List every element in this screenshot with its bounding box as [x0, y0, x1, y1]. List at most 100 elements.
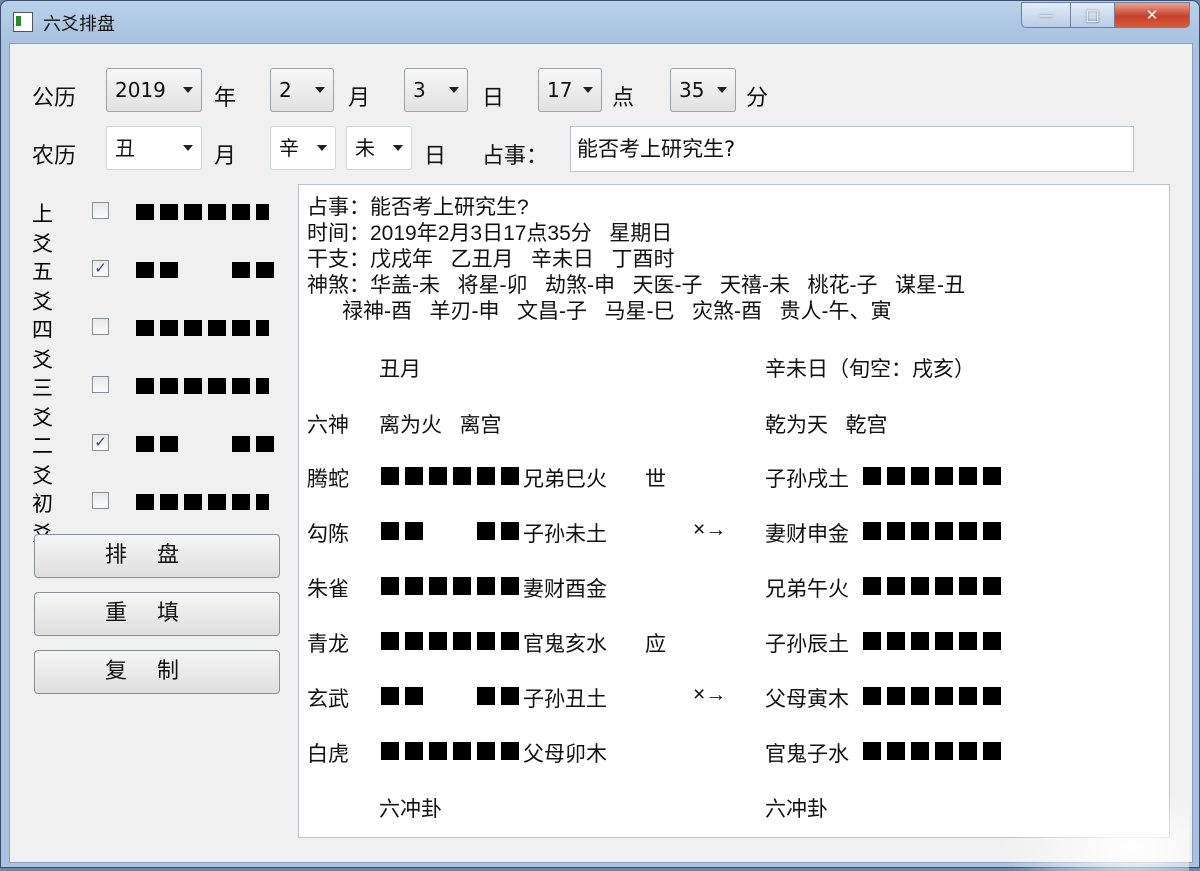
line-segment [429, 577, 447, 595]
line-segment [863, 632, 881, 650]
yao-label: 三爻 [32, 376, 53, 430]
line-segment [935, 522, 953, 540]
copy-button[interactable]: 复制 [34, 650, 280, 694]
arrange-button[interactable]: 排盘 [34, 534, 280, 578]
line-segment [477, 632, 495, 650]
yao-checkbox[interactable]: ✓ [92, 434, 109, 451]
minimize-button[interactable]: — [1021, 2, 1071, 28]
line-segment [911, 577, 929, 595]
yang-line-icon [863, 522, 1003, 540]
line-segment [863, 577, 881, 595]
solar-label: 公历 [32, 85, 77, 110]
minute-unit: 分 [746, 85, 769, 110]
line-segment [983, 577, 1001, 595]
main-line-label: 妻财酉金 [523, 578, 607, 601]
yao-label: 二爻 [32, 434, 53, 488]
dropdown-arrow-icon [183, 145, 193, 151]
day-stem-select[interactable]: 辛 [270, 126, 336, 170]
close-button[interactable]: ✕ [1114, 2, 1190, 28]
yang-line-icon [136, 494, 269, 510]
dropdown-arrow-icon [183, 87, 193, 93]
six-god-label: 白虎 [307, 743, 349, 766]
lunar-label: 农历 [32, 143, 77, 168]
day-select[interactable]: 3 [404, 68, 468, 112]
maximize-button[interactable]: □ [1070, 2, 1115, 28]
yao-label: 四爻 [32, 318, 53, 372]
question-input[interactable]: 能否考上研究生? [570, 126, 1134, 172]
dropdown-arrow-icon [449, 87, 459, 93]
six-god-label: 腾蛇 [307, 468, 349, 491]
line-segment [983, 742, 1001, 760]
dropdown-arrow-icon [583, 87, 593, 93]
yin-line-icon [381, 687, 521, 705]
line-segment [983, 632, 1001, 650]
six-god-label: 玄武 [307, 688, 349, 711]
yao-label: 上爻 [32, 202, 53, 256]
yao-checkbox[interactable] [92, 492, 109, 509]
line-segment [429, 467, 447, 485]
changed-footer: 六冲卦 [765, 798, 828, 821]
month-select[interactable]: 2 [270, 68, 334, 112]
line-segment [381, 522, 399, 540]
shi-ying-marker: 世 [645, 468, 666, 491]
result-panel[interactable]: 占事：能否考上研究生? 时间：2019年2月3日17点35分 星期日 干支：戊戌… [298, 184, 1170, 838]
line-segment [453, 577, 471, 595]
line-segment [501, 522, 519, 540]
result-shensha-2: 禄神-酉 羊刃-申 文昌-子 马星-巳 灾煞-酉 贵人-午、寅 [307, 300, 892, 323]
changed-line-label: 父母寅木 [765, 688, 849, 711]
line-segment [501, 632, 519, 650]
line-segment [887, 632, 905, 650]
line-segment [959, 632, 977, 650]
line-segment [887, 577, 905, 595]
day-stem-value: 辛 [279, 136, 299, 160]
yang-line-icon [381, 742, 521, 760]
dropdown-arrow-icon [315, 87, 325, 93]
line-segment [501, 687, 519, 705]
year-select[interactable]: 2019 [106, 68, 202, 112]
yin-line-icon [381, 522, 521, 540]
reset-button[interactable]: 重填 [34, 592, 280, 636]
six-gods-title: 六神 [307, 414, 349, 437]
changed-line-label: 妻财申金 [765, 523, 849, 546]
yao-checkbox[interactable] [92, 318, 109, 335]
shi-ying-marker: 应 [645, 633, 666, 656]
close-icon: ✕ [1145, 6, 1159, 24]
hexagram-row: 玄武 子孙丑土 ×→ 父母寅木 [299, 683, 1159, 711]
yao-checkbox[interactable] [92, 376, 109, 393]
line-segment [863, 522, 881, 540]
line-segment [911, 687, 929, 705]
yao-checkbox[interactable]: ✓ [92, 260, 109, 277]
changed-line-label: 官鬼子水 [765, 743, 849, 766]
line-segment [501, 742, 519, 760]
title-bar[interactable]: 六爻排盘 — □ ✕ [1, 1, 1199, 43]
yao-checkbox[interactable] [92, 202, 109, 219]
main-footer: 六冲卦 [379, 798, 442, 821]
line-segment [887, 742, 905, 760]
line-segment [477, 687, 495, 705]
line-segment [983, 522, 1001, 540]
line-segment [405, 522, 423, 540]
line-segment [501, 577, 519, 595]
dropdown-arrow-icon [317, 145, 327, 151]
line-segment [405, 632, 423, 650]
line-segment [959, 467, 977, 485]
main-line-label: 官鬼亥水 [523, 633, 607, 656]
change-marker-icon: ×→ [693, 683, 727, 706]
day-branch-select[interactable]: 未 [346, 126, 412, 170]
lunar-month-select[interactable]: 丑 [106, 126, 202, 170]
main-hexagram-name: 离为火 离宫 [379, 414, 502, 437]
change-marker-icon: ×→ [693, 518, 727, 541]
day-value: 3 [413, 78, 426, 102]
yang-line-icon [136, 204, 269, 220]
yin-line-icon [136, 262, 274, 278]
hexagram-row: 腾蛇 兄弟巳火 世 子孙戌土 [299, 463, 1159, 491]
line-segment [959, 742, 977, 760]
line-segment [381, 742, 399, 760]
dropdown-arrow-icon [717, 87, 727, 93]
minute-value: 35 [679, 78, 705, 102]
line-segment [935, 632, 953, 650]
day-branch-value: 未 [355, 136, 375, 160]
hour-select[interactable]: 17 [538, 68, 602, 112]
minute-select[interactable]: 35 [670, 68, 736, 112]
hour-unit: 点 [612, 85, 635, 110]
